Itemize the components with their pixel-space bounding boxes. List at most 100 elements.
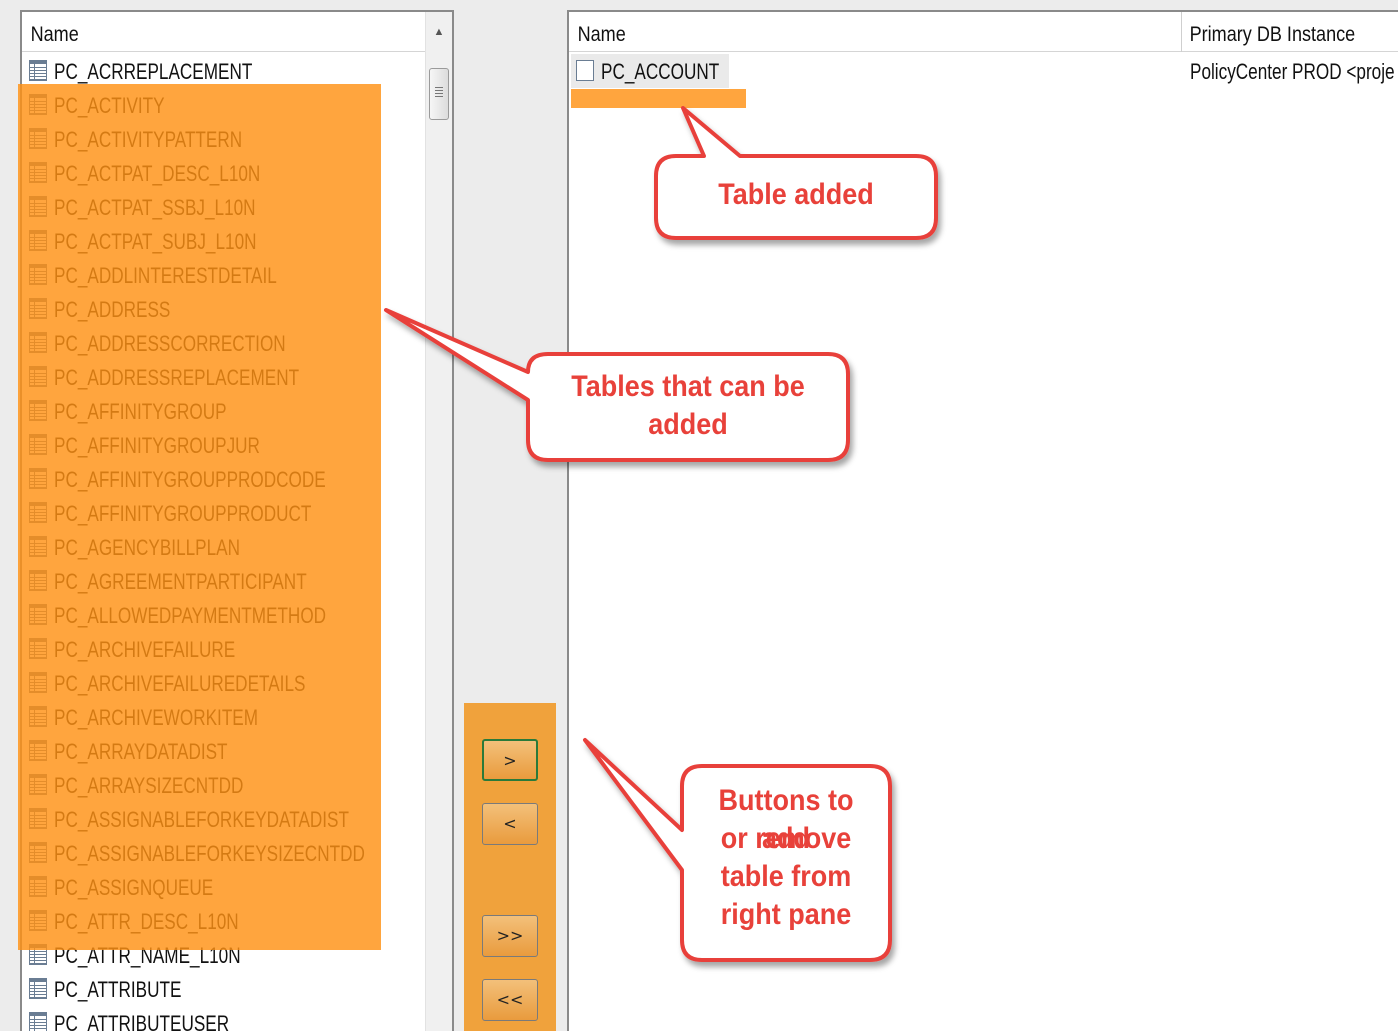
list-item[interactable]: PC_ARRAYSIZECNTDD xyxy=(22,768,428,802)
list-item-label: PC_ATTRIBUTEUSER xyxy=(54,1011,230,1031)
list-item[interactable]: PC_AGENCYBILLPLAN xyxy=(22,530,428,564)
add-all-tables-button[interactable]: >> xyxy=(482,915,538,957)
list-item-label: PC_ACTIVITYPATTERN xyxy=(54,127,243,152)
available-tables-list: PC_ACRREPLACEMENT PC_ACTIVITY PC_ACTIVITYP… xyxy=(22,54,428,1031)
remove-all-tables-button[interactable]: << xyxy=(482,979,538,1021)
callout-tables-can-add-line1: Tables that can be xyxy=(571,370,805,403)
table-icon xyxy=(29,366,47,387)
table-icon xyxy=(29,570,47,591)
remove-table-button[interactable]: < xyxy=(482,803,538,845)
callout-buttons-line4: right pane xyxy=(720,898,852,931)
table-icon xyxy=(29,332,47,353)
list-item-label: PC_AFFINITYGROUPJUR xyxy=(54,433,260,458)
table-icon xyxy=(29,468,47,489)
table-row[interactable]: PC_ACCOUNT PolicyCenter PROD <proje xyxy=(569,54,1398,88)
list-item-label: PC_ACTPAT_SUBJ_L10N xyxy=(54,229,257,254)
column-header-name[interactable]: Name xyxy=(569,12,1095,52)
list-item[interactable]: PC_ATTRIBUTE xyxy=(22,972,428,1006)
list-item[interactable]: PC_ACTPAT_SSBJ_L10N xyxy=(22,190,428,224)
list-item[interactable]: PC_AFFINITYGROUPJUR xyxy=(22,428,428,462)
list-item[interactable]: PC_ARCHIVEFAILUREDETAILS xyxy=(22,666,428,700)
list-item-label: PC_AFFINITYGROUP xyxy=(54,399,227,424)
list-item-label: PC_ARRAYSIZECNTDD xyxy=(54,773,244,798)
list-item-label: PC_AFFINITYGROUPPRODUCT xyxy=(54,501,312,526)
list-item-label: PC_ASSIGNABLEFORKEYDATADIST xyxy=(54,807,349,832)
list-item[interactable]: PC_ACTIVITY xyxy=(22,88,428,122)
selected-tables-pane: Name Primary DB Instance PC_ACCOUNT Poli… xyxy=(567,10,1398,1031)
list-item-label: PC_AGREEMENTPARTICIPANT xyxy=(54,569,307,594)
list-item-label: PC_ALLOWEDPAYMENTMETHOD xyxy=(54,603,327,628)
table-icon xyxy=(29,978,47,999)
list-item[interactable]: PC_ARCHIVEFAILURE xyxy=(22,632,428,666)
list-item[interactable]: PC_AFFINITYGROUPPRODUCT xyxy=(22,496,428,530)
list-item[interactable]: PC_ACTPAT_SUBJ_L10N xyxy=(22,224,428,258)
list-item-label: PC_ASSIGNQUEUE xyxy=(54,875,214,900)
add-table-button[interactable]: > xyxy=(482,739,538,781)
table-icon xyxy=(29,638,47,659)
scrollbar[interactable]: ▲ xyxy=(425,12,452,1031)
table-icon xyxy=(29,60,47,81)
column-header-primary-db-instance[interactable]: Primary DB Instance xyxy=(1181,12,1377,52)
list-item-label: PC_ACTPAT_DESC_L10N xyxy=(54,161,261,186)
list-item-label: PC_ADDRESS xyxy=(54,297,171,322)
list-item-label: PC_ACRREPLACEMENT xyxy=(54,59,253,84)
table-icon xyxy=(29,706,47,727)
list-item-label: PC_ACTIVITY xyxy=(54,93,165,118)
table-icon xyxy=(29,400,47,421)
available-tables-header: Name xyxy=(22,12,428,52)
list-item[interactable]: PC_AFFINITYGROUPPRODCODE xyxy=(22,462,428,496)
list-item[interactable]: PC_ASSIGNQUEUE xyxy=(22,870,428,904)
list-item[interactable]: PC_ACRREPLACEMENT xyxy=(22,54,428,88)
table-icon xyxy=(29,774,47,795)
list-item-label: PC_ATTR_DESC_L10N xyxy=(54,909,239,934)
list-item[interactable]: PC_AFFINITYGROUP xyxy=(22,394,428,428)
list-item[interactable]: PC_ARCHIVEWORKITEM xyxy=(22,700,428,734)
list-item[interactable]: PC_ADDRESS xyxy=(22,292,428,326)
list-item-label: PC_ASSIGNABLEFORKEYSIZECNTDD xyxy=(54,841,365,866)
list-item[interactable]: PC_ACTPAT_DESC_L10N xyxy=(22,156,428,190)
list-item[interactable]: PC_ATTR_DESC_L10N xyxy=(22,904,428,938)
list-item[interactable]: PC_ADDRESSREPLACEMENT xyxy=(22,360,428,394)
list-item[interactable]: PC_ALLOWEDPAYMENTMETHOD xyxy=(22,598,428,632)
list-item-label: PC_ARRAYDATADIST xyxy=(54,739,228,764)
scroll-thumb[interactable] xyxy=(429,68,449,120)
table-icon xyxy=(29,944,47,965)
table-icon xyxy=(29,94,47,115)
list-item[interactable]: PC_ADDRESSCORRECTION xyxy=(22,326,428,360)
list-item-label: PC_AFFINITYGROUPPRODCODE xyxy=(54,467,326,492)
column-header-name[interactable]: Name xyxy=(22,12,371,52)
list-item-label: PC_AGENCYBILLPLAN xyxy=(54,535,240,560)
selected-tables-header: Name Primary DB Instance xyxy=(569,12,1398,52)
callout-buttons-line2: or remove xyxy=(720,822,852,855)
list-item-label: PC_ADDRESSREPLACEMENT xyxy=(54,365,300,390)
list-item-label: PC_ATTR_NAME_L10N xyxy=(54,943,241,968)
table-icon xyxy=(29,876,47,897)
list-item[interactable]: PC_AGREEMENTPARTICIPANT xyxy=(22,564,428,598)
list-item[interactable]: PC_ASSIGNABLEFORKEYSIZECNTDD xyxy=(22,836,428,870)
table-icon xyxy=(29,672,47,693)
table-icon xyxy=(29,230,47,251)
list-item[interactable]: PC_ASSIGNABLEFORKEYDATADIST xyxy=(22,802,428,836)
table-icon xyxy=(29,808,47,829)
available-tables-pane: Name PC_ACRREPLACEMENT PC_ACTIVITY PC_ACTI… xyxy=(20,10,454,1031)
grip-icon xyxy=(435,87,443,99)
list-item[interactable]: PC_ADDLINTERESTDETAIL xyxy=(22,258,428,292)
table-icon xyxy=(29,128,47,149)
table-icon xyxy=(29,604,47,625)
callout-table-added-text: Table added xyxy=(718,178,874,211)
list-item[interactable]: PC_ATTRIBUTEUSER xyxy=(22,1006,428,1031)
table-icon xyxy=(29,196,47,217)
list-item[interactable]: PC_ARRAYDATADIST xyxy=(22,734,428,768)
list-item-label: PC_ACTPAT_SSBJ_L10N xyxy=(54,195,256,220)
list-item[interactable]: PC_ACTIVITYPATTERN xyxy=(22,122,428,156)
list-item-label: PC_ATTRIBUTE xyxy=(54,977,182,1002)
list-item-label: PC_ARCHIVEFAILURE xyxy=(54,637,236,662)
list-item-label: PC_ADDRESSCORRECTION xyxy=(54,331,286,356)
table-icon xyxy=(29,264,47,285)
table-icon xyxy=(29,910,47,931)
scroll-up-arrow-icon[interactable]: ▲ xyxy=(426,18,452,46)
callout-buttons-line3: table from xyxy=(720,860,852,893)
list-item[interactable]: PC_ATTR_NAME_L10N xyxy=(22,938,428,972)
list-item-label: PC_ADDLINTERESTDETAIL xyxy=(54,263,277,288)
row-table-name: PC_ACCOUNT xyxy=(601,59,720,84)
